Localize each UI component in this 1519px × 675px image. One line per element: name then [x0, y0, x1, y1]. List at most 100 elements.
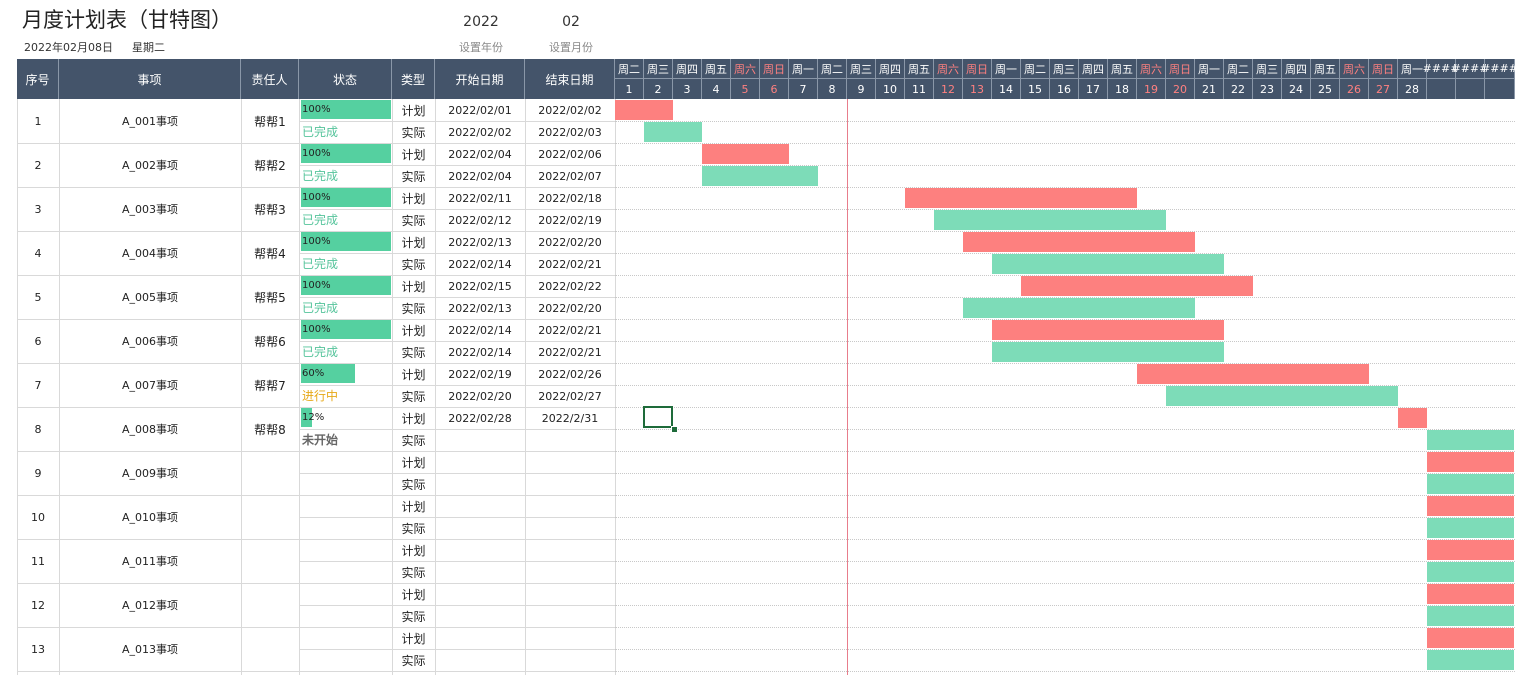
plan-end-date[interactable]: 2022/02/21 [525, 319, 615, 341]
item-cell[interactable]: A_004事项 [59, 231, 241, 275]
type-plan-cell[interactable]: 计划 [392, 539, 435, 561]
type-plan-cell[interactable]: 计划 [392, 275, 435, 297]
type-plan-cell[interactable]: 计划 [392, 319, 435, 341]
actual-start-date[interactable]: 2022/02/20 [435, 385, 525, 407]
type-actual-cell[interactable]: 实际 [392, 341, 435, 363]
seq-cell[interactable]: 12 [17, 583, 59, 627]
seq-cell[interactable]: 9 [17, 451, 59, 495]
type-plan-cell[interactable]: 计划 [392, 407, 435, 429]
type-plan-cell[interactable]: 计划 [392, 187, 435, 209]
actual-start-date[interactable] [435, 605, 525, 627]
plan-start-date[interactable]: 2022/02/04 [435, 143, 525, 165]
type-actual-cell[interactable]: 实际 [392, 385, 435, 407]
item-cell[interactable]: A_010事项 [59, 495, 241, 539]
type-actual-cell[interactable]: 实际 [392, 253, 435, 275]
actual-end-date[interactable]: 2022/02/27 [525, 385, 615, 407]
seq-cell[interactable]: 7 [17, 363, 59, 407]
plan-start-date[interactable]: 2022/02/28 [435, 407, 525, 429]
actual-start-date[interactable]: 2022/02/04 [435, 165, 525, 187]
seq-cell[interactable]: 4 [17, 231, 59, 275]
seq-cell[interactable]: 10 [17, 495, 59, 539]
plan-end-date[interactable] [525, 451, 615, 473]
plan-end-date[interactable]: 2022/02/18 [525, 187, 615, 209]
actual-end-date[interactable]: 2022/02/19 [525, 209, 615, 231]
actual-start-date[interactable]: 2022/02/14 [435, 253, 525, 275]
plan-end-date[interactable]: 2022/02/26 [525, 363, 615, 385]
plan-start-date[interactable] [435, 495, 525, 517]
actual-start-date[interactable]: 2022/02/02 [435, 121, 525, 143]
plan-end-date[interactable] [525, 539, 615, 561]
seq-cell[interactable]: 5 [17, 275, 59, 319]
plan-end-date[interactable]: 2022/2/31 [525, 407, 615, 429]
actual-end-date[interactable] [525, 473, 615, 495]
type-plan-cell[interactable]: 计划 [392, 495, 435, 517]
plan-start-date[interactable]: 2022/02/01 [435, 99, 525, 121]
item-cell[interactable]: A_007事项 [59, 363, 241, 407]
actual-end-date[interactable]: 2022/02/20 [525, 297, 615, 319]
item-cell[interactable]: A_001事项 [59, 99, 241, 143]
type-plan-cell[interactable]: 计划 [392, 99, 435, 121]
actual-end-date[interactable]: 2022/02/03 [525, 121, 615, 143]
type-actual-cell[interactable]: 实际 [392, 517, 435, 539]
type-actual-cell[interactable]: 实际 [392, 561, 435, 583]
item-cell[interactable]: A_012事项 [59, 583, 241, 627]
item-cell[interactable]: A_011事项 [59, 539, 241, 583]
type-actual-cell[interactable]: 实际 [392, 429, 435, 451]
actual-end-date[interactable] [525, 517, 615, 539]
actual-start-date[interactable] [435, 649, 525, 671]
actual-start-date[interactable]: 2022/02/14 [435, 341, 525, 363]
item-cell[interactable]: A_006事项 [59, 319, 241, 363]
plan-end-date[interactable] [525, 583, 615, 605]
owner-cell[interactable] [241, 627, 299, 671]
type-actual-cell[interactable]: 实际 [392, 605, 435, 627]
actual-end-date[interactable]: 2022/02/21 [525, 341, 615, 363]
owner-cell[interactable] [241, 495, 299, 539]
actual-start-date[interactable] [435, 473, 525, 495]
plan-start-date[interactable]: 2022/02/15 [435, 275, 525, 297]
actual-end-date[interactable] [525, 649, 615, 671]
actual-end-date[interactable] [525, 429, 615, 451]
seq-cell[interactable]: 3 [17, 187, 59, 231]
actual-start-date[interactable] [435, 561, 525, 583]
plan-start-date[interactable] [435, 451, 525, 473]
owner-cell[interactable] [241, 451, 299, 495]
seq-cell[interactable]: 8 [17, 407, 59, 451]
actual-start-date[interactable] [435, 429, 525, 451]
actual-end-date[interactable]: 2022/02/07 [525, 165, 615, 187]
plan-end-date[interactable]: 2022/02/06 [525, 143, 615, 165]
owner-cell[interactable]: 帮帮8 [241, 407, 299, 451]
type-actual-cell[interactable]: 实际 [392, 209, 435, 231]
seq-cell[interactable]: 11 [17, 539, 59, 583]
type-plan-cell[interactable]: 计划 [392, 231, 435, 253]
owner-cell[interactable]: 帮帮1 [241, 99, 299, 143]
actual-start-date[interactable]: 2022/02/13 [435, 297, 525, 319]
item-cell[interactable]: A_002事项 [59, 143, 241, 187]
plan-start-date[interactable]: 2022/02/11 [435, 187, 525, 209]
seq-cell[interactable]: 2 [17, 143, 59, 187]
owner-cell[interactable]: 帮帮5 [241, 275, 299, 319]
plan-end-date[interactable] [525, 627, 615, 649]
owner-cell[interactable] [241, 539, 299, 583]
plan-end-date[interactable]: 2022/02/02 [525, 99, 615, 121]
owner-cell[interactable]: 帮帮6 [241, 319, 299, 363]
actual-end-date[interactable]: 2022/02/21 [525, 253, 615, 275]
item-cell[interactable]: A_013事项 [59, 627, 241, 671]
plan-end-date[interactable]: 2022/02/22 [525, 275, 615, 297]
item-cell[interactable]: A_005事项 [59, 275, 241, 319]
actual-start-date[interactable]: 2022/02/12 [435, 209, 525, 231]
plan-start-date[interactable]: 2022/02/13 [435, 231, 525, 253]
plan-start-date[interactable]: 2022/02/14 [435, 319, 525, 341]
actual-start-date[interactable] [435, 517, 525, 539]
type-plan-cell[interactable]: 计划 [392, 363, 435, 385]
plan-end-date[interactable]: 2022/02/20 [525, 231, 615, 253]
seq-cell[interactable]: 1 [17, 99, 59, 143]
type-actual-cell[interactable]: 实际 [392, 297, 435, 319]
owner-cell[interactable]: 帮帮7 [241, 363, 299, 407]
type-plan-cell[interactable]: 计划 [392, 627, 435, 649]
item-cell[interactable]: A_008事项 [59, 407, 241, 451]
plan-end-date[interactable] [525, 495, 615, 517]
owner-cell[interactable]: 帮帮3 [241, 187, 299, 231]
plan-start-date[interactable] [435, 539, 525, 561]
actual-end-date[interactable] [525, 561, 615, 583]
owner-cell[interactable] [241, 583, 299, 627]
